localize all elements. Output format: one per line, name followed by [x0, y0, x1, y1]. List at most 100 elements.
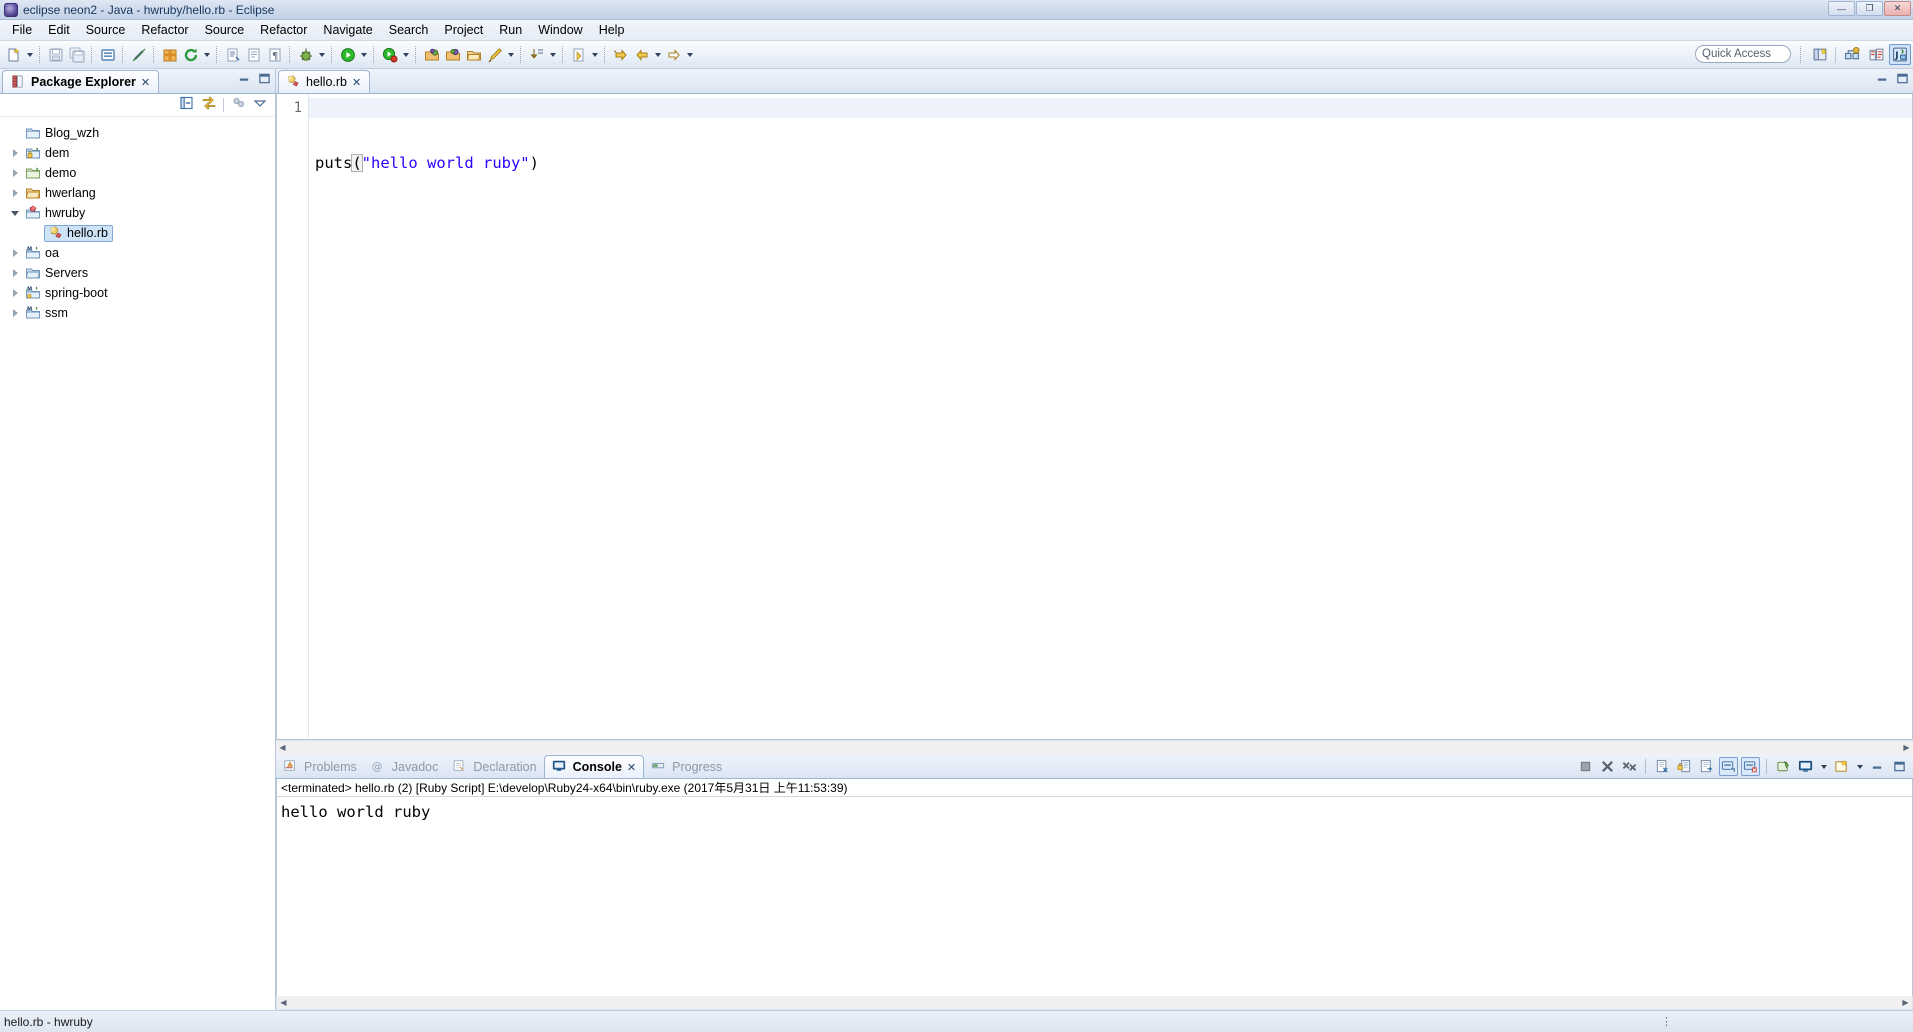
coverage-dropdown[interactable] — [400, 44, 411, 65]
run-dropdown[interactable] — [358, 44, 369, 65]
refresh-dropdown[interactable] — [201, 44, 212, 65]
save-button[interactable] — [45, 44, 66, 65]
debug-button[interactable] — [295, 44, 316, 65]
tree-item-dem[interactable]: dem — [0, 143, 275, 163]
minimize-view-icon[interactable] — [238, 72, 251, 90]
expand-arrow-icon[interactable] — [8, 266, 22, 280]
menu-file[interactable]: File — [4, 21, 40, 39]
debug-dropdown[interactable] — [316, 44, 327, 65]
collapse-arrow-icon[interactable] — [8, 206, 22, 220]
view-menu-button[interactable] — [253, 96, 267, 115]
expand-arrow-icon[interactable] — [8, 306, 22, 320]
show-console-on-output-button[interactable] — [1719, 757, 1738, 776]
search-ref-dropdown[interactable] — [505, 44, 516, 65]
menu-window[interactable]: Window — [530, 21, 590, 39]
console-output[interactable]: hello world ruby — [276, 797, 1913, 996]
maximize-console-button[interactable] — [1890, 757, 1909, 776]
refresh-button[interactable] — [180, 44, 201, 65]
paragraph-button[interactable]: ¶ — [264, 44, 285, 65]
collapse-all-button[interactable] — [179, 95, 195, 116]
minimize-button[interactable]: — — [1828, 1, 1855, 16]
remove-all-terminated-button[interactable] — [1620, 757, 1639, 776]
menu-navigate[interactable]: Navigate — [315, 21, 380, 39]
previous-edit-button[interactable] — [568, 44, 589, 65]
tab-problems[interactable]: Problems — [276, 755, 364, 778]
tree-item-hwerlang[interactable]: hwerlang — [0, 183, 275, 203]
maximize-view-icon[interactable] — [258, 72, 271, 90]
menu-refactor-2[interactable]: Refactor — [252, 21, 315, 39]
close-icon[interactable]: ✕ — [627, 761, 636, 774]
tab-console[interactable]: Console ✕ — [543, 755, 645, 778]
expand-arrow-icon[interactable] — [8, 286, 22, 300]
tree-item-demo[interactable]: demo — [0, 163, 275, 183]
perspective-debug-button[interactable] — [1865, 44, 1887, 65]
new-wizard-dropdown[interactable] — [24, 44, 35, 65]
scroll-left-icon[interactable]: ◀ — [276, 741, 289, 754]
perspective-java-button[interactable]: J — [1889, 44, 1911, 65]
open-console-button[interactable] — [1832, 757, 1851, 776]
previous-edit-dropdown[interactable] — [589, 44, 600, 65]
scroll-left-icon[interactable]: ◀ — [277, 996, 290, 1009]
terminate-button[interactable] — [1576, 757, 1595, 776]
minimize-editor-icon[interactable] — [1876, 72, 1889, 90]
forward-dropdown[interactable] — [684, 44, 695, 65]
menu-project[interactable]: Project — [436, 21, 491, 39]
tree-item-servers[interactable]: Servers — [0, 263, 275, 283]
tab-package-explorer[interactable]: Package Explorer ✕ — [2, 70, 160, 93]
open-console-dropdown[interactable] — [1854, 756, 1865, 777]
tab-javadoc[interactable]: @ Javadoc — [364, 755, 446, 778]
close-button[interactable]: ✕ — [1884, 1, 1911, 16]
new-wizard-button[interactable] — [3, 44, 24, 65]
back-nav-button[interactable] — [631, 44, 652, 65]
tree-item-oa[interactable]: M oa — [0, 243, 275, 263]
perspective-java-ee-button[interactable] — [1841, 44, 1863, 65]
tree-item-ssm[interactable]: M ssm — [0, 303, 275, 323]
editor-horizontal-scrollbar[interactable]: ◀ ▶ — [276, 740, 1913, 754]
project-tree[interactable]: Blog_wzh dem demo hwerlang hwruby hello.… — [0, 117, 275, 1010]
editor-body[interactable]: 1 puts("hello world ruby") — [276, 94, 1913, 740]
menu-search[interactable]: Search — [381, 21, 437, 39]
search-ref-button[interactable] — [484, 44, 505, 65]
quick-fix-button[interactable] — [128, 44, 149, 65]
maximize-button[interactable]: ❐ — [1856, 1, 1883, 16]
back-nav-dropdown[interactable] — [652, 44, 663, 65]
menu-source-2[interactable]: Source — [197, 21, 253, 39]
open-type-button[interactable] — [222, 44, 243, 65]
tab-hello-rb[interactable]: hello.rb ✕ — [278, 70, 371, 93]
pin-console-button[interactable] — [1774, 757, 1793, 776]
new-server-button[interactable] — [442, 44, 463, 65]
tree-item-hwruby[interactable]: hwruby — [0, 203, 275, 223]
tree-item-spring-boot[interactable]: M spring-boot — [0, 283, 275, 303]
run-coverage-button[interactable] — [379, 44, 400, 65]
toggle-comment-button[interactable] — [97, 44, 118, 65]
menu-refactor[interactable]: Refactor — [133, 21, 196, 39]
scroll-lock-button[interactable] — [1675, 757, 1694, 776]
word-wrap-button[interactable] — [1697, 757, 1716, 776]
forward-button[interactable] — [663, 44, 684, 65]
tree-item-hello-rb[interactable]: hello.rb — [0, 223, 275, 243]
forward-nav-button[interactable] — [610, 44, 631, 65]
open-task-button[interactable] — [243, 44, 264, 65]
menu-source[interactable]: Source — [78, 21, 134, 39]
expand-arrow-icon[interactable] — [8, 146, 22, 160]
next-annotation-button[interactable] — [526, 44, 547, 65]
tab-declaration[interactable]: Declaration — [445, 755, 543, 778]
minimize-console-button[interactable] — [1868, 757, 1887, 776]
tree-item-blog-wzh[interactable]: Blog_wzh — [0, 123, 275, 143]
link-editor-button[interactable] — [201, 95, 217, 116]
expand-arrow-icon[interactable] — [8, 246, 22, 260]
menu-edit[interactable]: Edit — [40, 21, 78, 39]
open-server-button[interactable] — [421, 44, 442, 65]
open-perspective-button[interactable] — [1809, 44, 1831, 65]
quick-access-input[interactable]: Quick Access — [1695, 45, 1791, 63]
code-text-area[interactable]: puts("hello world ruby") — [309, 94, 1912, 739]
run-button[interactable] — [337, 44, 358, 65]
maximize-editor-icon[interactable] — [1896, 72, 1909, 90]
display-selected-console-button[interactable] — [1796, 757, 1815, 776]
focus-task-button[interactable] — [231, 95, 247, 116]
clear-console-button[interactable] — [1653, 757, 1672, 776]
close-icon[interactable]: ✕ — [352, 76, 361, 89]
scroll-right-icon[interactable]: ▶ — [1899, 996, 1912, 1009]
tab-progress[interactable]: Progress — [644, 755, 729, 778]
next-annotation-dropdown[interactable] — [547, 44, 558, 65]
